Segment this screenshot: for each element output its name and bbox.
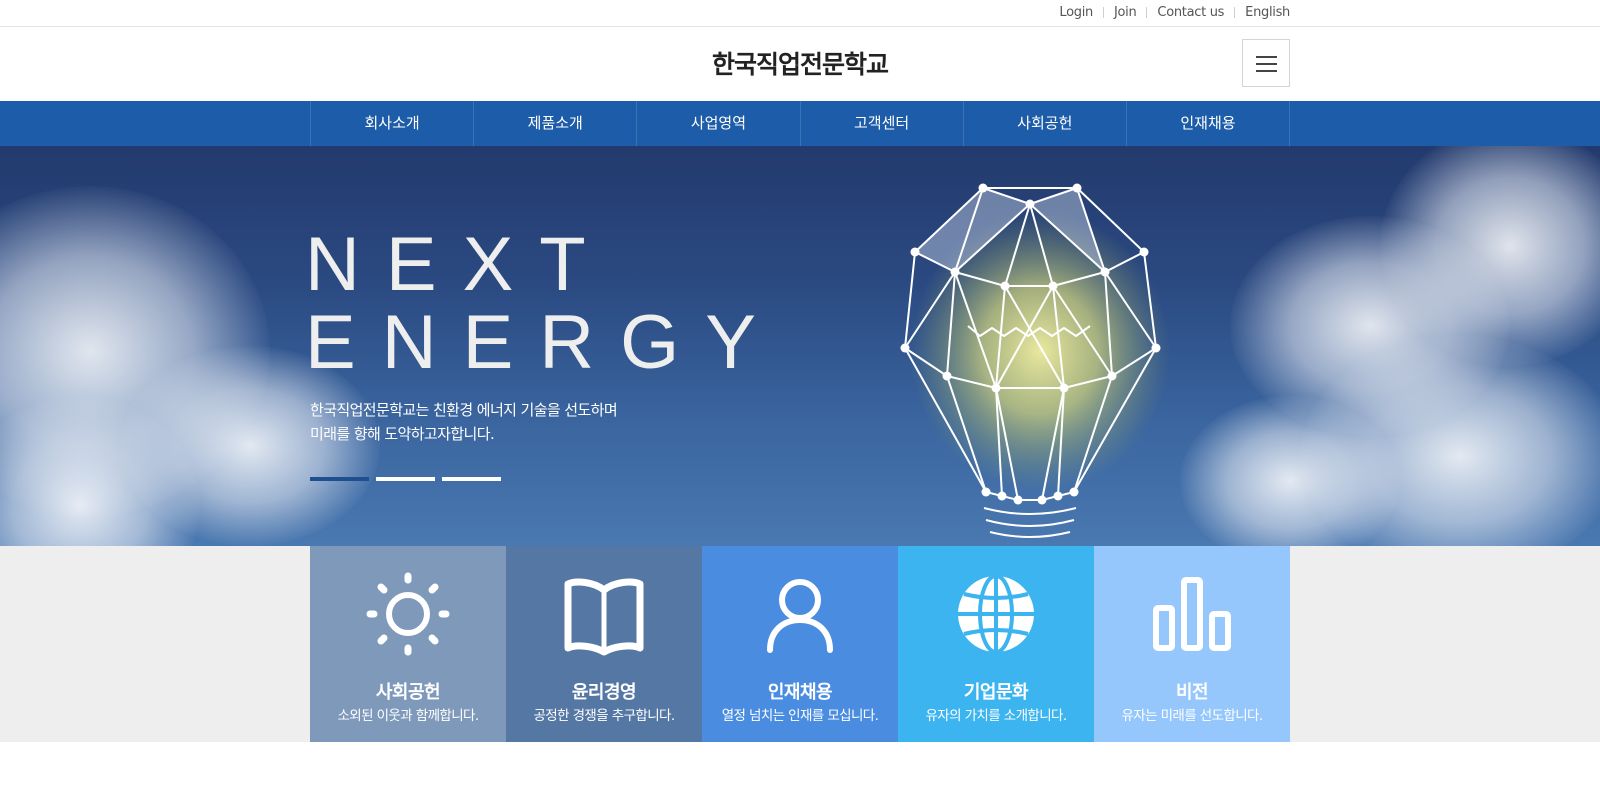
divider [1234, 7, 1236, 18]
quick-menu-section: 사회공헌 소외된 이웃과 함께합니다. 윤리경영 공정한 경쟁을 추구합니다. … [0, 546, 1600, 742]
slide-pager [310, 477, 501, 481]
site-logo[interactable]: 한국직업전문학교 [0, 45, 1600, 81]
hero-banner: NEXT ENERGY 한국직업전문학교는 친환경 에너지 기술을 선도하며 미… [0, 146, 1600, 546]
globe-icon [958, 574, 1034, 654]
quick-item-desc: 유자의 가치를 소개합니다. [925, 708, 1067, 724]
lightbulb-illustration [900, 183, 1170, 538]
divider [1146, 7, 1148, 18]
divider [1102, 7, 1104, 18]
quick-item-desc: 유자는 미래를 선도합니다. [1121, 708, 1263, 724]
person-icon [767, 579, 833, 653]
hero-title-line2: ENERGY [305, 300, 782, 385]
header: 한국직업전문학교 [0, 27, 1600, 101]
utility-nav: Login Join Contact us English [1059, 5, 1290, 20]
nav-item-company[interactable]: 회사소개 [311, 101, 475, 146]
slide-indicator-2[interactable] [376, 477, 435, 481]
quick-item-vision[interactable]: 비전 유자는 미래를 선도합니다. [1094, 546, 1290, 742]
hero-title-line1: NEXT [305, 222, 612, 307]
nav-item-recruitment[interactable]: 인재채용 [1127, 101, 1291, 146]
english-link[interactable]: English [1245, 5, 1290, 20]
quick-item-recruitment[interactable]: 인재채용 열정 넘치는 인재를 모십니다. [702, 546, 898, 742]
nav-item-products[interactable]: 제품소개 [474, 101, 638, 146]
bar-chart-icon [1153, 577, 1231, 651]
login-link[interactable]: Login [1059, 5, 1093, 20]
quick-item-title: 사회공헌 [375, 682, 441, 703]
nav-item-social-contribution[interactable]: 사회공헌 [964, 101, 1127, 146]
quick-item-title: 인재채용 [767, 682, 833, 703]
quick-item-title: 윤리경영 [571, 682, 637, 703]
quick-item-culture[interactable]: 기업문화 유자의 가치를 소개합니다. [898, 546, 1094, 742]
book-icon [564, 578, 644, 656]
hero-desc-line1: 한국직업전문학교는 친환경 에너지 기술을 선도하며 [310, 401, 618, 419]
quick-item-title: 기업문화 [963, 682, 1029, 703]
quick-item-social-contribution[interactable]: 사회공헌 소외된 이웃과 함께합니다. [310, 546, 506, 742]
slide-indicator-3[interactable] [442, 477, 501, 481]
top-utility-bar: Login Join Contact us English [0, 0, 1600, 27]
sun-icon [366, 572, 450, 656]
quick-item-ethics[interactable]: 윤리경영 공정한 경쟁을 추구합니다. [506, 546, 702, 742]
join-link[interactable]: Join [1114, 5, 1137, 20]
contact-link[interactable]: Contact us [1157, 5, 1224, 20]
hamburger-menu-button[interactable] [1242, 39, 1290, 87]
hero-desc-line2: 미래를 향해 도약하고자합니다. [310, 425, 495, 443]
hero-description: 한국직업전문학교는 친환경 에너지 기술을 선도하며 미래를 향해 도약하고자합… [310, 398, 618, 446]
quick-item-desc: 열정 넘치는 인재를 모십니다. [721, 708, 879, 724]
quick-item-desc: 공정한 경쟁을 추구합니다. [533, 708, 675, 724]
hamburger-icon [1256, 56, 1277, 58]
nav-item-customer-center[interactable]: 고객센터 [801, 101, 964, 146]
quick-item-desc: 소외된 이웃과 함께합니다. [337, 708, 479, 724]
quick-item-title: 비전 [1175, 682, 1209, 703]
main-nav: 회사소개 제품소개 사업영역 고객센터 사회공헌 인재채용 [0, 101, 1600, 146]
nav-item-business[interactable]: 사업영역 [637, 101, 801, 146]
slide-indicator-1[interactable] [310, 477, 369, 481]
hero-title: NEXT ENERGY [305, 226, 782, 382]
